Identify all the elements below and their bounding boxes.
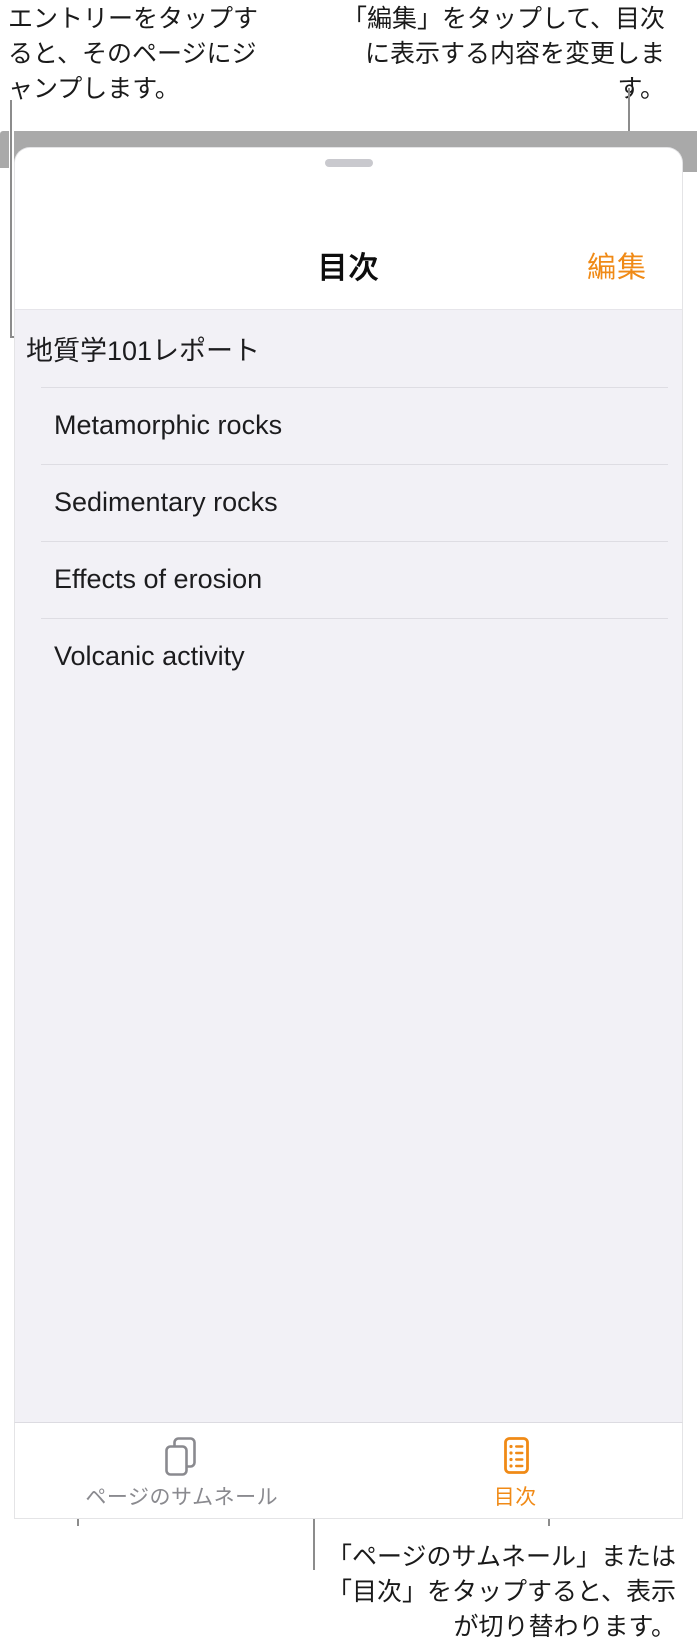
callout-text-switch-views: 「ページのサムネール」または「目次」をタップすると、表示が切り替わります。 — [326, 1543, 676, 1641]
screenshot-root: エントリーをタップすると、そのページにジャンプします。 「編集」をタップして、目… — [0, 0, 697, 1644]
leader-bracket-stem — [313, 1512, 315, 1570]
table-of-contents-icon — [495, 1435, 535, 1477]
background-window-edge — [0, 131, 9, 172]
toc-row[interactable]: Sedimentary rocks — [15, 464, 682, 541]
tab-label-page-thumbnails: ページのサムネール — [85, 1485, 279, 1509]
callout-text-tap-entry: エントリーをタップすると、そのページにジャンプします。 — [8, 5, 259, 103]
page-thumbnails-icon — [162, 1435, 202, 1477]
page-title: 目次 — [317, 252, 380, 285]
tab-table-of-contents[interactable]: 目次 — [349, 1423, 683, 1518]
toc-list: 地質学101レポート Metamorphic rocks Sedimentary r… — [15, 309, 682, 1497]
callout-text-tap-edit: 「編集」をタップして、目次に表示する内容を変更します。 — [341, 5, 665, 103]
background-window-edge-lower — [0, 168, 9, 1423]
toc-row-label: Sedimentary rocks — [54, 487, 278, 517]
toc-row-label: Metamorphic rocks — [54, 410, 283, 440]
sheet-header: 目次 編集 — [15, 148, 682, 309]
view-switcher-tab-bar: ページのサムネール 目次 — [14, 1422, 683, 1519]
toc-row[interactable]: Effects of erosion — [15, 541, 682, 618]
toc-row[interactable]: Metamorphic rocks — [15, 387, 682, 464]
tab-label-table-of-contents: 目次 — [493, 1485, 537, 1509]
toc-row-label: 地質学101レポート — [26, 336, 261, 366]
tab-page-thumbnails[interactable]: ページのサムネール — [15, 1423, 349, 1518]
toc-row-label: Effects of erosion — [54, 564, 263, 594]
toc-row-label: Volcanic activity — [54, 641, 245, 671]
sheet-grabber-handle[interactable] — [324, 159, 373, 167]
table-of-contents-sheet: 目次 編集 地質学101レポート Metamorphic rocks Sedimen… — [14, 147, 683, 1497]
toc-row[interactable]: 地質学101レポート — [15, 310, 682, 387]
edit-button[interactable]: 編集 — [587, 244, 647, 286]
leader-line-left-vertical — [10, 100, 12, 338]
toc-row[interactable]: Volcanic activity — [15, 618, 682, 695]
